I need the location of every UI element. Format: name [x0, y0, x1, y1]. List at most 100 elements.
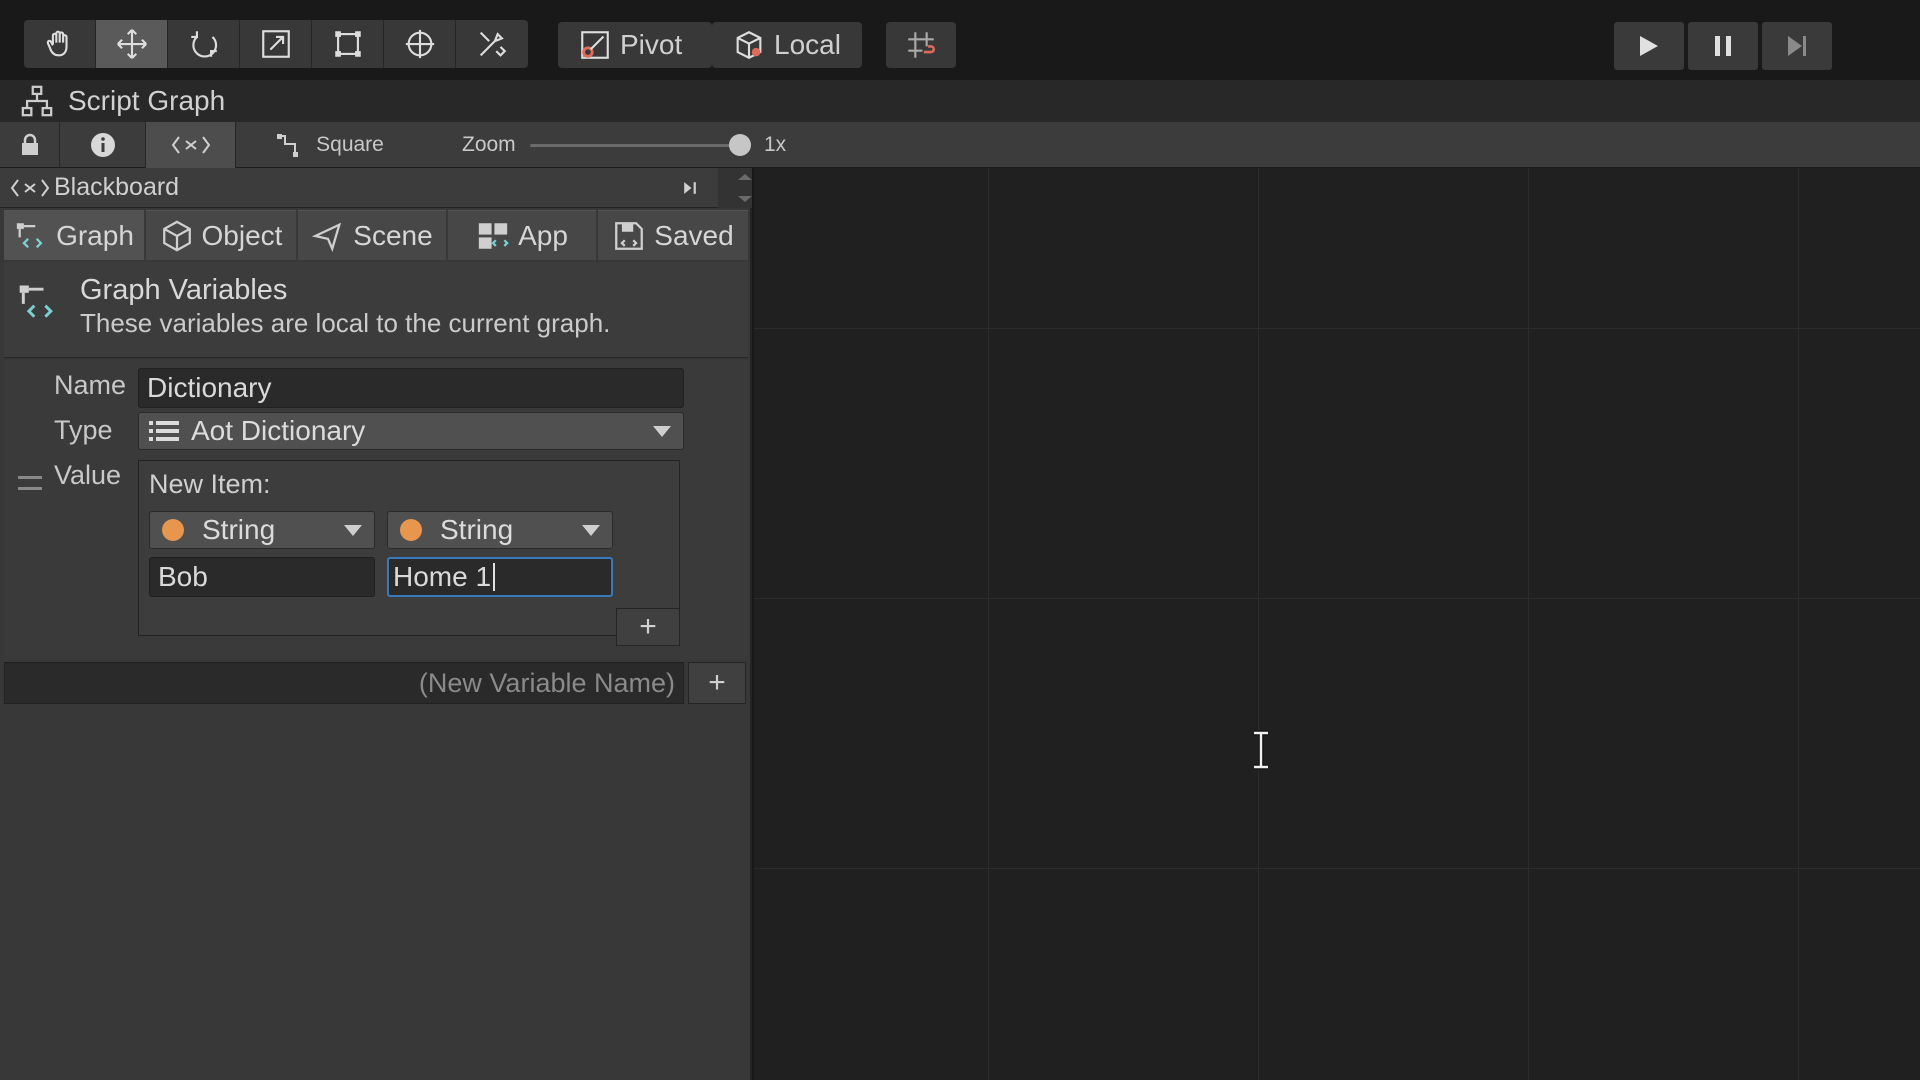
graph-canvas[interactable]: [754, 168, 1920, 1080]
hand-icon: [46, 30, 68, 57]
tools-icon: [479, 31, 507, 57]
scene-variables-icon: [312, 222, 342, 252]
snap-mode-label: Square: [316, 133, 384, 156]
chevron-down-icon: [653, 426, 671, 437]
name-label: Name: [54, 370, 127, 400]
text-caret: [493, 563, 496, 591]
step-button[interactable]: [1762, 22, 1832, 70]
pause-icon: [1715, 36, 1731, 56]
tool-group: [24, 20, 528, 68]
app-variables-icon: [478, 222, 509, 249]
saved-variables-icon: [615, 221, 644, 250]
rect-tool-button[interactable]: [312, 20, 384, 68]
transform-tool-button[interactable]: [384, 20, 456, 68]
tab-object-label: Object: [201, 219, 283, 251]
blackboard-title: Blackboard: [54, 173, 180, 201]
snap-grid-button[interactable]: [886, 22, 956, 68]
move-tool-button[interactable]: [96, 20, 168, 68]
graph-variables-icon: [19, 285, 53, 318]
variables-icon: [10, 178, 50, 197]
lock-button[interactable]: [0, 122, 60, 168]
move-icon: [116, 29, 147, 59]
transform-icon: [405, 29, 434, 59]
main-toolbar: Pivot Local: [0, 0, 1920, 80]
info-icon: [90, 133, 115, 157]
type-label: Type: [54, 415, 113, 445]
scale-icon: [261, 30, 290, 58]
collapse-icon: [684, 182, 696, 194]
zoom-slider-track[interactable]: [530, 144, 740, 147]
new-variable-name-input[interactable]: (New Variable Name): [4, 662, 684, 704]
play-button[interactable]: [1614, 22, 1684, 70]
pause-button[interactable]: [1688, 22, 1758, 70]
new-item-label: New Item:: [149, 469, 271, 499]
key-type-value: String: [202, 514, 276, 545]
graph-variables-header: Graph Variables These variables are loca…: [4, 262, 748, 358]
variable-type-dropdown[interactable]: Aot Dictionary: [138, 412, 684, 450]
value-type-value: String: [440, 514, 514, 545]
pivot-icon: [581, 31, 609, 59]
lock-icon: [21, 133, 38, 155]
variable-name-input[interactable]: Dictionary: [138, 368, 684, 408]
play-icon: [1640, 36, 1658, 56]
step-icon: [1788, 36, 1806, 56]
local-icon: [736, 31, 762, 59]
hand-tool-button[interactable]: [24, 20, 96, 68]
rotate-icon: [190, 31, 217, 58]
scale-tool-button[interactable]: [240, 20, 312, 68]
new-item-value-text: Home 1: [393, 561, 492, 592]
tab-scene[interactable]: Scene: [298, 210, 446, 260]
add-item-button[interactable]: +: [616, 608, 680, 646]
tab-app-label: App: [518, 219, 568, 251]
key-type-dropdown[interactable]: String: [149, 511, 375, 549]
pivot-button[interactable]: Pivot: [558, 22, 712, 68]
window-title: Script Graph: [68, 85, 226, 116]
string-type-dot-icon: [162, 519, 184, 541]
snap-mode-button[interactable]: Square: [260, 122, 400, 168]
tab-saved[interactable]: Saved: [598, 210, 748, 260]
graph-variables-icon: [16, 222, 43, 248]
zoom-slider-thumb[interactable]: [729, 134, 751, 156]
list-icon: [149, 421, 179, 441]
drag-handle[interactable]: [18, 476, 42, 490]
value-type-dropdown[interactable]: String: [387, 511, 613, 549]
tab-app[interactable]: App: [448, 210, 596, 260]
variables-icon: [171, 136, 210, 154]
grid-snap-icon: [908, 32, 935, 58]
custom-tool-button[interactable]: [456, 20, 528, 68]
graph-subtoolbar: Square Zoom 1x: [0, 122, 1920, 168]
add-variable-button[interactable]: +: [688, 662, 746, 704]
tab-object[interactable]: Object: [146, 210, 296, 260]
blackboard-header: Blackboard: [0, 168, 752, 208]
hierarchy-icon: [21, 85, 53, 117]
zoom-label: Zoom: [462, 133, 516, 156]
rect-icon: [334, 31, 361, 57]
chevron-down-icon: [344, 525, 362, 536]
tab-graph-label: Graph: [56, 219, 134, 251]
object-variables-icon: [162, 220, 191, 251]
value-label: Value: [54, 460, 122, 490]
tab-graph[interactable]: Graph: [4, 210, 144, 260]
variable-type-value: Aot Dictionary: [191, 415, 366, 446]
new-item-key-input[interactable]: Bob: [149, 557, 375, 597]
variables-toggle-button[interactable]: [146, 122, 236, 168]
panel-scrollbar[interactable]: [718, 168, 752, 208]
connector-icon: [277, 134, 299, 157]
blackboard-tabs: Graph Object Scene App Saved: [4, 210, 748, 260]
collapse-panel-button[interactable]: [672, 174, 702, 202]
playback-controls: [1614, 22, 1832, 70]
text-cursor-icon: [1254, 730, 1268, 770]
rotate-tool-button[interactable]: [168, 20, 240, 68]
new-item-value-input[interactable]: Home 1: [387, 557, 613, 597]
local-button[interactable]: Local: [712, 22, 862, 68]
string-type-dot-icon: [400, 519, 422, 541]
chevron-down-icon: [582, 525, 600, 536]
zoom-value: 1x: [764, 133, 787, 156]
local-label: Local: [774, 29, 841, 60]
graph-variables-title: Graph Variables: [80, 274, 288, 306]
tab-saved-label: Saved: [654, 219, 734, 251]
dictionary-value-editor: New Item: String String Bob Home 1: [138, 460, 680, 636]
info-button[interactable]: [60, 122, 146, 168]
tab-scene-label: Scene: [353, 219, 433, 251]
pivot-label: Pivot: [620, 29, 683, 60]
